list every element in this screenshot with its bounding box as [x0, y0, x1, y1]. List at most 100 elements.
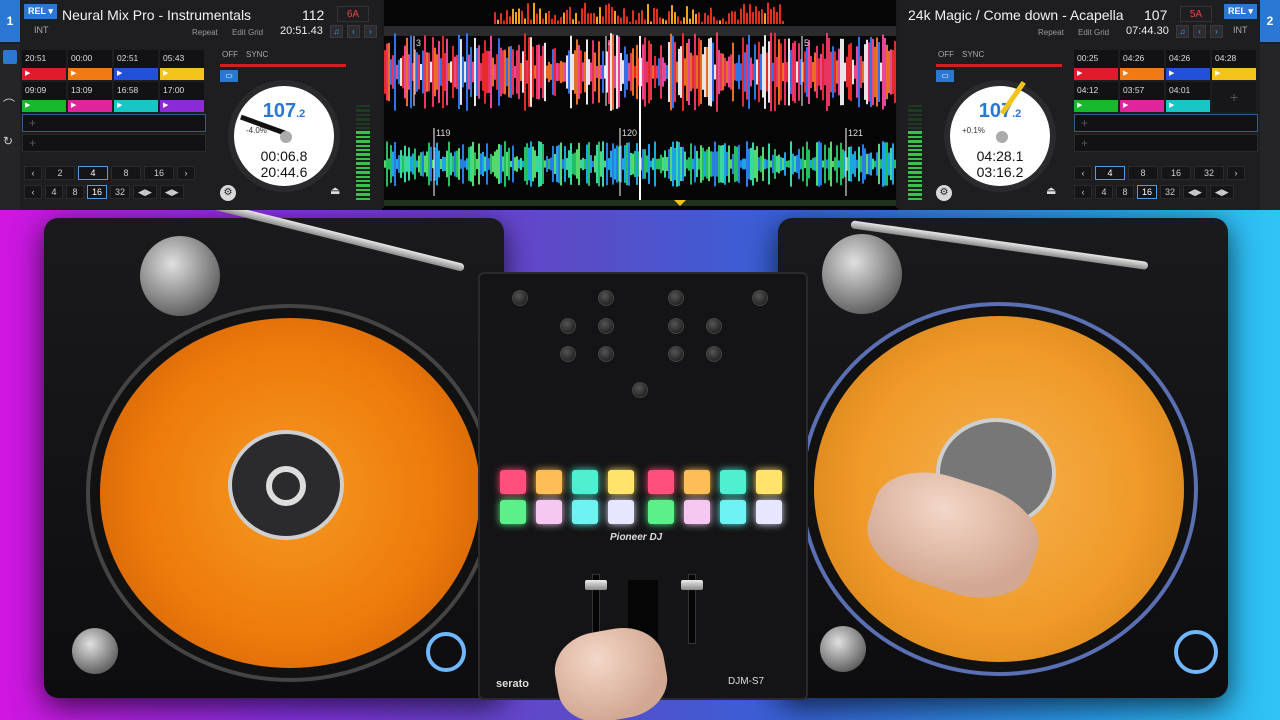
start-stop-button-glow[interactable]	[426, 632, 466, 672]
hot-cue-8[interactable]: 17:00 ▶	[160, 82, 204, 112]
jump-back-icon[interactable]: ◀▶	[1183, 185, 1207, 199]
eq-knob[interactable]	[706, 346, 722, 362]
jump-forward-icon[interactable]: ◀▶	[159, 185, 184, 199]
performance-pad[interactable]	[572, 470, 598, 494]
performance-pad[interactable]	[500, 470, 526, 494]
fader-cap[interactable]	[681, 580, 703, 590]
trim-knob[interactable]	[598, 290, 614, 306]
hot-cue-6[interactable]: 13:09 ▶	[68, 82, 112, 112]
beatjump-button[interactable]: 4	[45, 185, 63, 199]
waveform-display[interactable]: 119 120 121 3 4 5	[384, 0, 896, 210]
loop-beat-button[interactable]: 16	[144, 166, 174, 180]
eq-knob[interactable]	[668, 318, 684, 334]
start-stop-knob[interactable]	[820, 626, 866, 672]
saved-loop-slot-2[interactable]: +	[1074, 134, 1258, 152]
chevron-right-icon[interactable]: ›	[364, 25, 377, 38]
chevron-left-icon[interactable]: ‹	[1074, 185, 1092, 199]
chevron-left-icon[interactable]: ‹	[24, 185, 42, 199]
sync-icon[interactable]	[3, 50, 17, 64]
chevron-right-icon[interactable]: ›	[177, 166, 195, 180]
beatjump-button[interactable]: 4	[1095, 185, 1113, 199]
eject-icon[interactable]: ⏏	[330, 184, 344, 197]
loop-beat-button[interactable]: 4	[1095, 166, 1125, 180]
chevron-left-icon[interactable]: ‹	[1074, 166, 1092, 180]
performance-pad[interactable]	[648, 500, 674, 524]
beatjump-button[interactable]: 32	[110, 185, 131, 199]
off-button[interactable]: OFF	[938, 50, 954, 59]
performance-pad[interactable]	[648, 470, 674, 494]
off-button[interactable]: OFF	[222, 50, 238, 59]
chevron-left-icon[interactable]: ‹	[24, 166, 42, 180]
keylock-icon[interactable]: ♫	[1176, 25, 1189, 38]
virtual-platter[interactable]: 107.2 +0.1% 04:28.1 03:16.2	[944, 80, 1056, 192]
performance-pad[interactable]	[684, 500, 710, 524]
beatjump-button[interactable]: 8	[1116, 185, 1134, 199]
hot-cue-1[interactable]: 00:25 ▶	[1074, 50, 1118, 80]
performance-pad[interactable]	[536, 500, 562, 524]
headphones-icon[interactable]: ⌒	[3, 96, 15, 113]
jump-forward-icon[interactable]: ◀▶	[1209, 185, 1234, 199]
hot-cue-7[interactable]: 04:01 ▶	[1166, 82, 1210, 112]
performance-pad[interactable]	[756, 500, 782, 524]
loop-beat-button[interactable]: 4	[78, 166, 108, 180]
link-icon[interactable]: ▭	[220, 70, 238, 82]
rel-dropdown[interactable]: REL ▾	[24, 4, 57, 19]
repeat-button[interactable]: Repeat	[192, 28, 218, 37]
eq-knob[interactable]	[560, 346, 576, 362]
hot-cue-7[interactable]: 16:58 ▶	[114, 82, 158, 112]
hot-cue-2[interactable]: 00:00 ▶	[68, 50, 112, 80]
performance-pad[interactable]	[684, 470, 710, 494]
sync-button[interactable]: SYNC	[246, 50, 268, 59]
eject-icon[interactable]: ⏏	[1046, 184, 1060, 197]
eq-knob[interactable]	[560, 318, 576, 334]
hot-cue-1[interactable]: 20:51 ▶	[22, 50, 66, 80]
trim-knob[interactable]	[512, 290, 528, 306]
edit-grid-button[interactable]: Edit Grid	[232, 28, 263, 37]
trim-knob[interactable]	[752, 290, 768, 306]
loop-beat-button[interactable]: 2	[45, 166, 75, 180]
beatjump-button[interactable]: 8	[66, 185, 84, 199]
beatjump-button[interactable]: 32	[1160, 185, 1181, 199]
hot-cue-4[interactable]: 04:28 ▶	[1212, 50, 1256, 80]
chevron-right-icon[interactable]: ›	[1227, 166, 1245, 180]
loop-beat-button[interactable]: 32	[1194, 166, 1224, 180]
repeat-button[interactable]: Repeat	[1038, 28, 1064, 37]
fader-cap[interactable]	[585, 580, 607, 590]
hot-cue-3[interactable]: 04:26 ▶	[1166, 50, 1210, 80]
performance-pad[interactable]	[608, 500, 634, 524]
waveform-canvas[interactable]: 119 120 121 3 4 5	[384, 0, 896, 210]
hot-cue-5[interactable]: 09:09 ▶	[22, 82, 66, 112]
performance-pad[interactable]	[720, 500, 746, 524]
hot-cue-2[interactable]: 04:26 ▶	[1120, 50, 1164, 80]
gear-icon[interactable]: ⚙	[936, 185, 952, 201]
deck-number[interactable]: 2	[1260, 0, 1280, 42]
eq-knob[interactable]	[706, 318, 722, 334]
master-knob[interactable]	[632, 382, 648, 398]
eq-knob[interactable]	[598, 318, 614, 334]
performance-pad[interactable]	[500, 500, 526, 524]
start-stop-knob[interactable]	[72, 628, 118, 674]
performance-pad[interactable]	[608, 470, 634, 494]
sync-button[interactable]: SYNC	[962, 50, 984, 59]
loop-beat-button[interactable]: 8	[111, 166, 141, 180]
saved-loop-slot-2[interactable]: +	[22, 134, 206, 152]
gear-icon[interactable]: ⚙	[220, 185, 236, 201]
eq-knob[interactable]	[668, 346, 684, 362]
edit-grid-button[interactable]: Edit Grid	[1078, 28, 1109, 37]
loop-beat-button[interactable]: 8	[1128, 166, 1158, 180]
int-mode[interactable]: INT	[1233, 25, 1248, 35]
saved-loop-slot-1[interactable]: +	[22, 114, 206, 132]
loop-icon[interactable]: ↻	[3, 134, 13, 148]
trim-knob[interactable]	[668, 290, 684, 306]
link-icon[interactable]: ▭	[936, 70, 954, 82]
chevron-left-icon[interactable]: ‹	[1193, 25, 1206, 38]
deck-number[interactable]: 1	[0, 0, 20, 42]
hot-cue-6[interactable]: 03:57 ▶	[1120, 82, 1164, 112]
virtual-platter[interactable]: 107.2 -4.0% 00:06.8 20:44.6	[228, 80, 340, 192]
eq-knob[interactable]	[598, 346, 614, 362]
start-stop-button-glow[interactable]	[1174, 630, 1218, 674]
saved-loop-slot-1[interactable]: +	[1074, 114, 1258, 132]
chevron-left-icon[interactable]: ‹	[347, 25, 360, 38]
hot-cue-8-empty[interactable]: +	[1212, 82, 1256, 112]
hot-cue-3[interactable]: 02:51 ▶	[114, 50, 158, 80]
